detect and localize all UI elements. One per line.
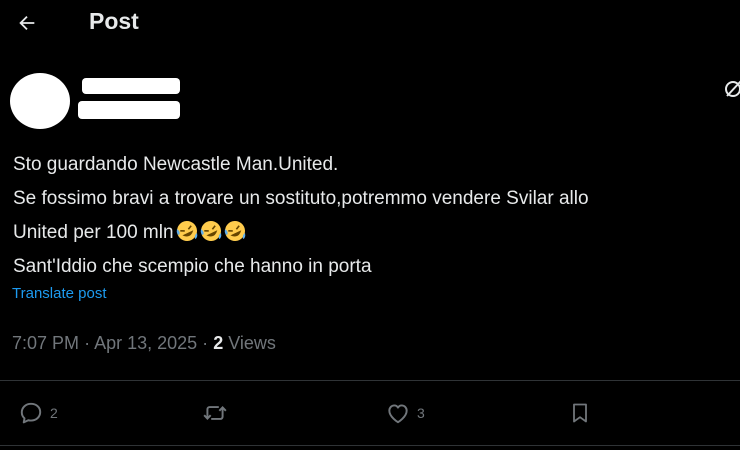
- post-time[interactable]: 7:07 PM: [12, 333, 79, 353]
- meta-separator: ·: [84, 333, 91, 353]
- like-button[interactable]: 3: [385, 398, 425, 428]
- bookmark-icon: [573, 403, 587, 423]
- reply-icon: [20, 402, 42, 424]
- rolling-on-the-floor-laughing-emoji: [224, 221, 245, 241]
- post-page: Post Sto guardando Newcastle Man.United.…: [0, 0, 740, 450]
- translate-post-link[interactable]: Translate post: [12, 285, 107, 302]
- avatar[interactable]: [10, 73, 70, 129]
- meta-separator: ·: [202, 333, 209, 353]
- page-title: Post: [89, 8, 139, 34]
- heart-icon: [388, 404, 408, 424]
- rolling-on-the-floor-laughing-emoji: [200, 221, 221, 241]
- repost-button[interactable]: [201, 398, 229, 428]
- reply-count: 2: [50, 405, 58, 421]
- repost-icon: [203, 405, 227, 421]
- post-line-text: United per 100 mln: [13, 222, 174, 243]
- arrow-left-icon: [19, 15, 35, 31]
- author-handle-redacted[interactable]: [78, 101, 180, 119]
- divider: [0, 445, 740, 446]
- post-line: Sto guardando Newcastle Man.United.: [13, 154, 339, 175]
- divider: [0, 380, 740, 381]
- post-date[interactable]: Apr 13, 2025: [94, 333, 197, 353]
- views-count: 2: [213, 333, 224, 353]
- bookmark-button[interactable]: [568, 398, 592, 428]
- rolling-on-the-floor-laughing-emoji: [176, 221, 197, 241]
- post-line: United per 100 mln: [13, 216, 740, 250]
- post-line: Se fossimo bravi a trovare un sostituto,…: [13, 188, 589, 209]
- reply-button[interactable]: 2: [18, 398, 58, 428]
- like-count: 3: [417, 405, 425, 421]
- header-bar: Post: [0, 0, 740, 46]
- post-text: Sto guardando Newcastle Man.United. Se f…: [13, 148, 740, 284]
- post-line: Sant'Iddio che scempio che hanno in port…: [13, 256, 372, 277]
- views-label: Views: [228, 333, 276, 353]
- grok-icon: [725, 80, 740, 97]
- back-button[interactable]: [10, 6, 44, 40]
- grok-button[interactable]: [722, 77, 740, 99]
- post-metadata: 7:07 PM · Apr 13, 2025 · 2 Views: [12, 333, 276, 354]
- author-name-redacted[interactable]: [82, 78, 180, 94]
